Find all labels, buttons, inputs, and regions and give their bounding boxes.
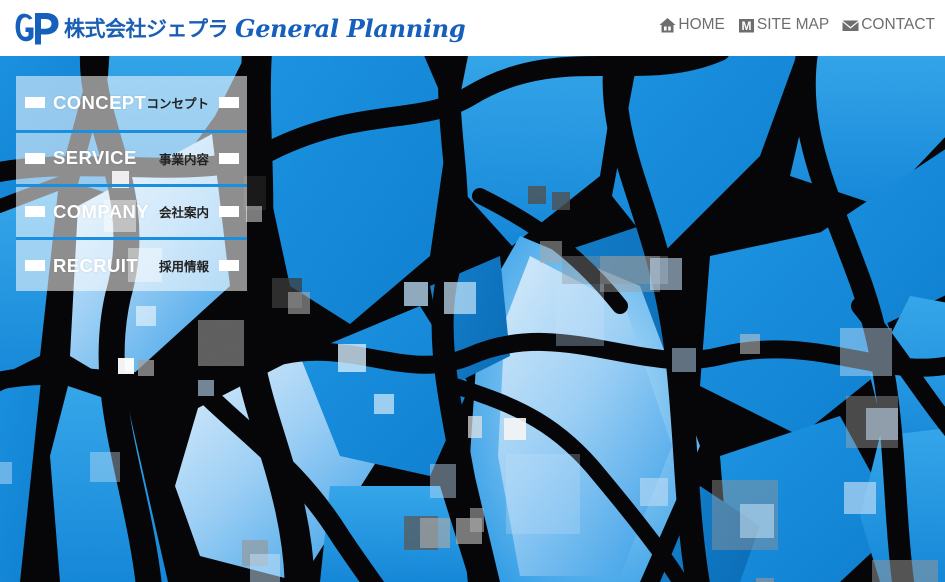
site-logo[interactable]: 株式会社ジェプラ General Planning [14,10,466,48]
svg-text:M: M [741,18,751,32]
menu-item-recruit[interactable]: RECRUIT 採用情報 [16,237,247,291]
main-navigation-menu[interactable]: CONCEPT コンセプト SERVICE 事業内容 COMPANY 会社案内 … [16,76,247,291]
bullet-square-right-icon [219,260,239,272]
nav-link-home[interactable]: HOME [659,16,725,34]
sitemap-icon: M [738,17,755,34]
bullet-square-icon [25,97,45,109]
logo-japanese-text: 株式会社ジェプラ [64,16,229,41]
bullet-square-icon [25,260,45,272]
home-icon [659,17,676,34]
mail-icon [842,17,859,34]
menu-item-label-en: CONCEPT [53,91,147,113]
menu-item-company[interactable]: COMPANY 会社案内 [16,183,247,238]
bullet-square-right-icon [219,152,239,164]
menu-item-service[interactable]: SERVICE 事業内容 [16,129,247,184]
menu-item-label-en: RECRUIT [53,254,139,276]
bullet-square-right-icon [219,97,239,109]
nav-link-home-label: HOME [678,16,725,33]
site-header: 株式会社ジェプラ General Planning HOME M SITE MA… [0,0,945,56]
menu-item-label-jp: 事業内容 [158,151,209,167]
page-root: CONCEPT コンセプト SERVICE 事業内容 COMPANY 会社案内 … [0,0,945,582]
bullet-square-right-icon [219,206,239,218]
bullet-square-icon [25,206,45,218]
nav-link-contact-label: CONTACT [861,16,935,33]
menu-item-label-jp: コンセプト [146,96,209,112]
nav-link-sitemap-label: SITE MAP [756,16,830,33]
logo-english-text: General Planning [235,14,466,43]
menu-item-label-en: SERVICE [53,147,137,169]
menu-item-label-en: COMPANY [53,200,149,222]
header-navigation[interactable]: HOME M SITE MAP CONTACT [659,16,935,34]
menu-item-label-jp: 採用情報 [158,259,209,275]
nav-link-contact[interactable]: CONTACT [842,16,935,34]
nav-link-sitemap[interactable]: M SITE MAP [738,16,829,34]
gp-monogram-icon [14,11,60,47]
menu-item-concept[interactable]: CONCEPT コンセプト [16,76,247,130]
bullet-square-icon [25,152,45,164]
menu-item-label-jp: 会社案内 [158,205,209,221]
